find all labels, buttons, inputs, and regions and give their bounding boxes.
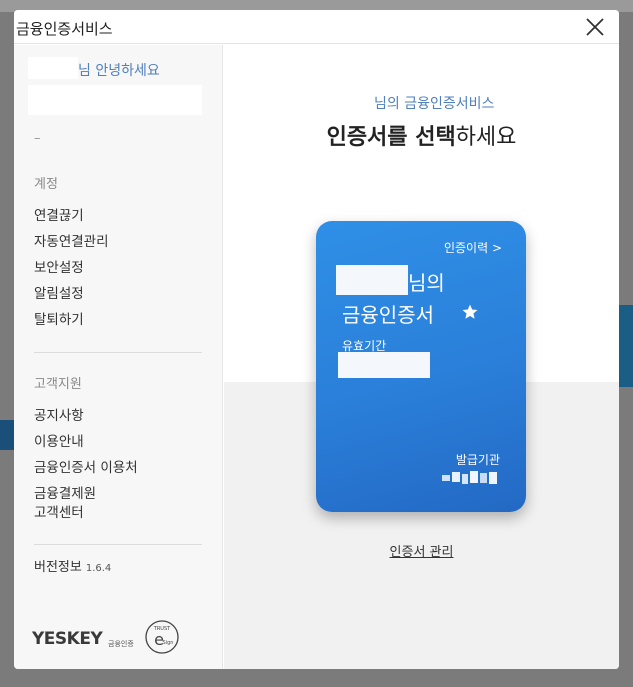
divider (34, 352, 202, 353)
close-icon (586, 18, 604, 36)
menu-item-auto-connect[interactable]: 자동연결관리 (34, 233, 109, 252)
card-title-line1: 님의 (408, 271, 445, 295)
yeskey-logo: YESKEY 금융인증 TRUST e Sign (32, 619, 182, 659)
certificate-manage-link[interactable]: 인증서 관리 (224, 541, 619, 560)
version-number: 1.6.4 (85, 563, 112, 574)
modal-title: 금융인증서비스 (16, 20, 113, 38)
greeting-text: 님 안녕하세요 (78, 63, 160, 79)
user-info-mask (28, 85, 202, 115)
trust-esign-seal-icon: TRUST e Sign (145, 620, 179, 654)
main-panel: 님의 금융인증서비스 인증서를 선택하세요 인증이력 > 님의 금융인증서 유효… (224, 45, 619, 669)
close-button[interactable] (583, 15, 607, 39)
menu-item-notifications[interactable]: 알림설정 (34, 285, 84, 304)
issuer-pixelated (442, 471, 497, 484)
user-name-mask (28, 57, 78, 79)
menu-item-security[interactable]: 보안설정 (34, 259, 84, 278)
certificate-card[interactable]: 인증이력 > 님의 금융인증서 유효기간 발급기관 (316, 221, 526, 512)
card-name-mask (336, 265, 408, 295)
menu-item-customer-center[interactable]: 금융결제원 고객센터 (34, 485, 96, 523)
star-icon (462, 304, 478, 319)
menu-item-guide[interactable]: 이용안내 (34, 433, 84, 452)
background-bar (617, 305, 633, 387)
card-title-line2: 금융인증서 (342, 303, 434, 327)
logo-brand: YESKEY (32, 629, 103, 649)
version-label: 버전정보 (34, 560, 82, 575)
headline-bold: 인증서를 선택 (326, 125, 456, 150)
divider (34, 544, 202, 545)
svg-text:Sign: Sign (163, 640, 174, 646)
modal-header: 금융인증서비스 (14, 10, 619, 44)
menu-item-usage-places[interactable]: 금융인증서 이용처 (34, 459, 138, 478)
dash-text: – (34, 131, 41, 146)
menu-item-notice[interactable]: 공지사항 (34, 407, 84, 426)
logo-sub: 금융인증 (108, 640, 134, 648)
service-subtitle: 님의 금융인증서비스 (374, 96, 495, 112)
page-title: 인증서를 선택하세요 (224, 119, 619, 151)
issuer-label: 발급기관 (455, 453, 500, 467)
user-name-mask (318, 91, 378, 111)
valid-period-mask (338, 352, 430, 378)
section-title-support: 고객지원 (34, 377, 82, 392)
modal-dialog: 금융인증서비스 님 안녕하세요 – 계정 연결끊기 자동연결관리 보안설정 알림… (14, 10, 619, 669)
section-title-account: 계정 (34, 177, 58, 192)
version-info: 버전정보 1.6.4 (34, 556, 111, 575)
headline-rest: 하세요 (455, 125, 517, 150)
sidebar: 님 안녕하세요 – 계정 연결끊기 자동연결관리 보안설정 알림설정 탈퇴하기 … (14, 45, 223, 669)
menu-item-withdraw[interactable]: 탈퇴하기 (34, 311, 84, 330)
auth-history-link[interactable]: 인증이력 > (444, 239, 502, 256)
background-stub (0, 420, 14, 450)
menu-item-disconnect[interactable]: 연결끊기 (34, 207, 84, 226)
